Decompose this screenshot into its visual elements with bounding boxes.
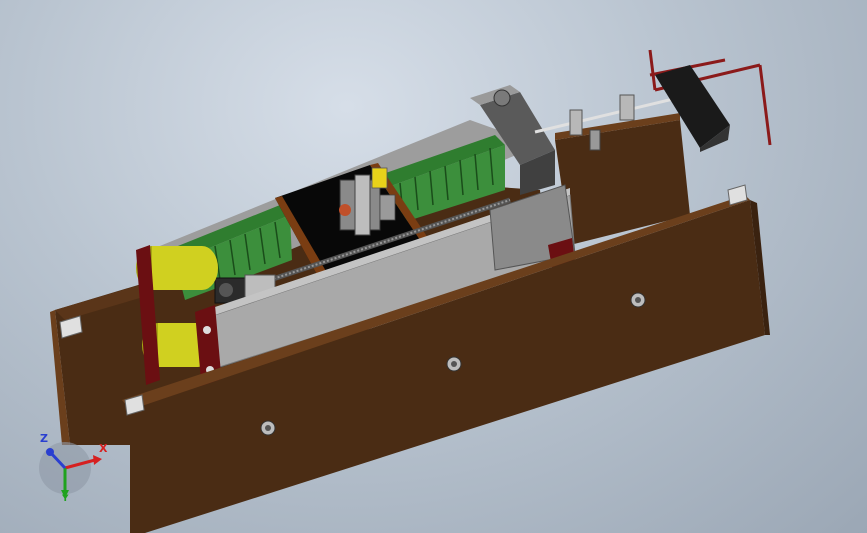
cad-3d-viewport[interactable]: X Y Z — [0, 0, 867, 533]
assembly-model[interactable] — [0, 0, 867, 533]
coordinate-triad: X Y Z — [30, 428, 120, 508]
triad-y-label: Y — [62, 494, 69, 504]
triad-z-label: Z — [40, 432, 48, 445]
triad-x-label: X — [99, 442, 108, 455]
